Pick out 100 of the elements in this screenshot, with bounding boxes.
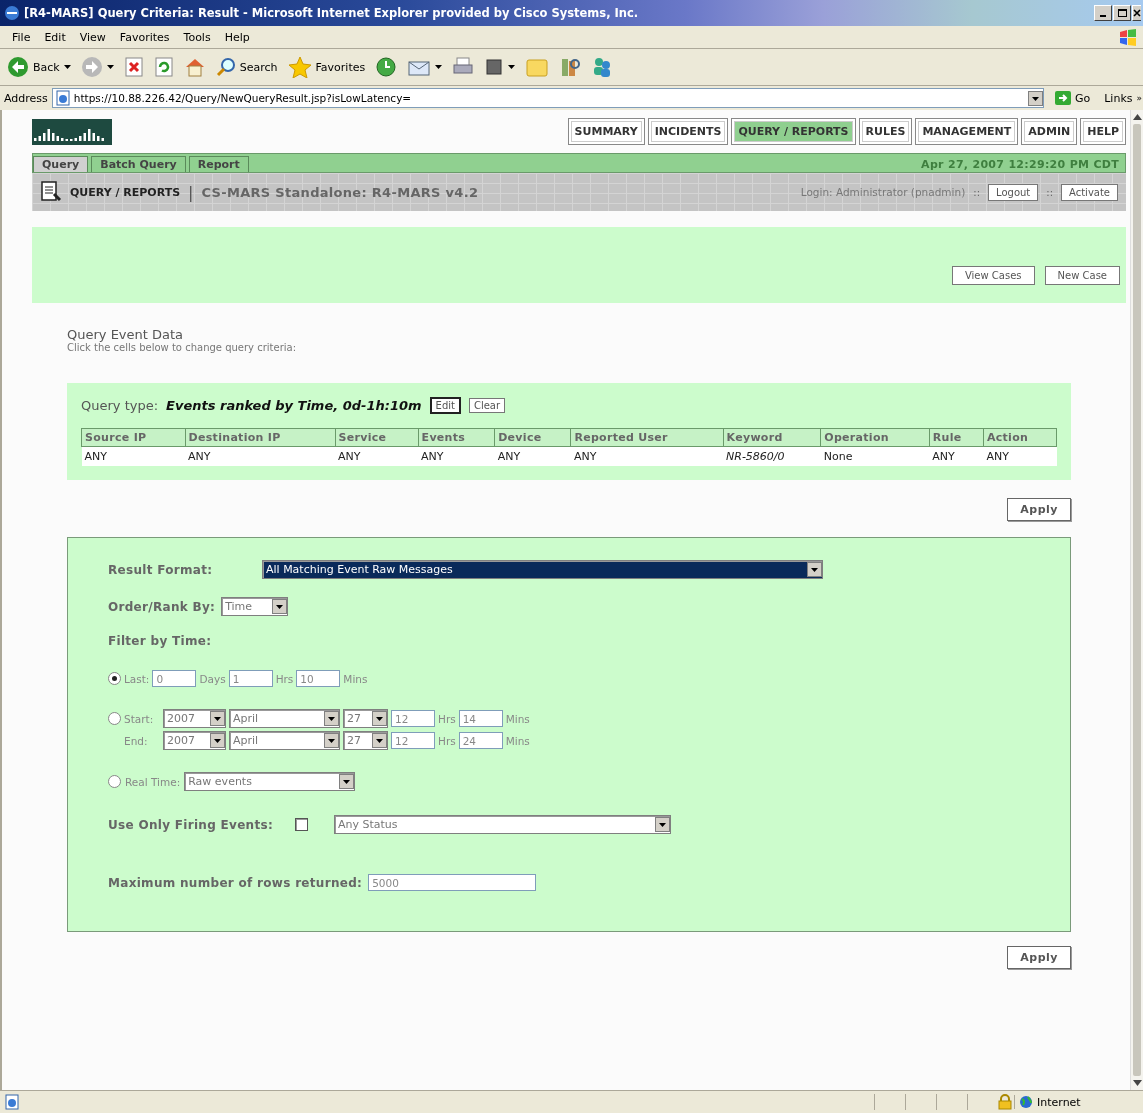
clear-button[interactable]: Clear: [468, 398, 506, 413]
sub-tab[interactable]: Query: [33, 156, 89, 172]
refresh-icon: [153, 57, 174, 77]
max-rows-label: Maximum number of rows returned:: [108, 875, 363, 890]
checkbox[interactable]: [295, 818, 308, 831]
column-header[interactable]: Action: [983, 428, 1057, 447]
lock-icon: [998, 1094, 1012, 1110]
folder-icon: [525, 56, 550, 78]
table-cell[interactable]: ANY: [418, 446, 495, 466]
links-label[interactable]: Links: [1104, 91, 1133, 105]
hours-field[interactable]: 12: [391, 732, 435, 749]
activate-button[interactable]: Activate: [1061, 183, 1118, 201]
page-icon: [54, 90, 71, 106]
apply-button[interactable]: Apply: [1007, 946, 1071, 969]
close-button[interactable]: [1132, 5, 1141, 21]
stop-icon: [123, 57, 144, 77]
column-header[interactable]: Service: [335, 428, 419, 447]
apply-button[interactable]: Apply: [1007, 498, 1071, 521]
month-dropdown[interactable]: April: [229, 731, 340, 750]
nav-tab[interactable]: HELP: [1080, 118, 1126, 145]
menu-item[interactable]: Tools: [177, 28, 217, 46]
nav-tab[interactable]: INCIDENTS: [647, 118, 729, 145]
more-links-button[interactable]: »: [1136, 93, 1142, 103]
logout-button[interactable]: Logout: [988, 183, 1039, 201]
go-button[interactable]: Go: [1047, 90, 1097, 106]
option-label: Start:: [124, 712, 155, 725]
case-button[interactable]: View Cases: [951, 265, 1035, 285]
day-dropdown[interactable]: 27: [343, 709, 388, 728]
nav-tab[interactable]: SUMMARY: [567, 118, 645, 145]
page-icon: [4, 1094, 20, 1110]
table-cell[interactable]: ANY: [335, 446, 419, 466]
menu-item[interactable]: Edit: [38, 28, 72, 46]
radio-button[interactable]: [108, 775, 121, 788]
caret-icon: [63, 65, 71, 69]
hours-field[interactable]: 1: [228, 670, 273, 687]
column-header[interactable]: Keyword: [723, 428, 821, 447]
column-header[interactable]: Operation: [820, 428, 930, 447]
unit-label: Mins: [505, 712, 530, 725]
favorites-button[interactable]: Favorites: [284, 54, 369, 80]
menu-item[interactable]: Favorites: [113, 28, 176, 46]
column-header[interactable]: Rule: [929, 428, 984, 447]
scroll-up-icon: [1132, 114, 1142, 120]
radio-button[interactable]: [108, 712, 121, 725]
hint-text: Click the cells below to change query criteria:: [67, 342, 298, 353]
sub-tab[interactable]: Report: [188, 156, 249, 172]
year-dropdown[interactable]: 2007: [163, 709, 226, 728]
maximize-icon: [1117, 9, 1127, 17]
table-cell[interactable]: ANY: [929, 446, 984, 466]
search-button[interactable]: Search: [212, 55, 281, 79]
table-cell[interactable]: ANY: [983, 446, 1057, 466]
back-button[interactable]: Back: [4, 54, 74, 80]
month-dropdown[interactable]: April: [229, 709, 340, 728]
address-field[interactable]: https://10.88.226.42/Query/NewQueryResult.jsp?isLowLatency=: [51, 88, 1044, 108]
result-format-label: Result Format:: [108, 562, 214, 577]
days-field[interactable]: 0: [152, 670, 197, 687]
column-header[interactable]: Destination IP: [185, 428, 336, 447]
maximize-button[interactable]: [1113, 5, 1131, 21]
minutes-field[interactable]: 14: [458, 710, 503, 727]
query-type-value: Events ranked by Time, 0d-1h:10m: [166, 398, 422, 413]
nav-tab[interactable]: MANAGEMENT: [915, 118, 1019, 145]
table-cell[interactable]: ANY: [185, 446, 336, 466]
unit-label: Hrs: [438, 734, 456, 747]
menu-item[interactable]: File: [6, 28, 37, 46]
radio-button[interactable]: [108, 672, 121, 685]
date-time: Apr 27, 2007 12:29:20 PM CDT: [920, 157, 1120, 172]
max-rows-field[interactable]: 5000: [368, 874, 537, 891]
real-time-dropdown[interactable]: Raw events: [184, 772, 356, 791]
minutes-field[interactable]: 24: [458, 732, 503, 749]
sub-tab[interactable]: Batch Query: [91, 156, 186, 172]
order-by-dropdown[interactable]: Time: [221, 597, 289, 616]
report-icon: [40, 180, 62, 204]
column-header[interactable]: Reported User: [570, 428, 724, 447]
caret-icon: [508, 65, 516, 69]
menu-item[interactable]: View: [73, 28, 112, 46]
edit-button[interactable]: Edit: [429, 397, 461, 414]
nav-tab[interactable]: QUERY / REPORTS: [731, 118, 856, 145]
column-header[interactable]: Device: [494, 428, 571, 447]
result-format-dropdown[interactable]: All Matching Event Raw Messages: [262, 560, 823, 579]
column-header[interactable]: Events: [418, 428, 495, 447]
year-dropdown[interactable]: 2007: [163, 731, 226, 750]
status-dropdown[interactable]: Any Status: [334, 815, 671, 834]
nav-tab[interactable]: ADMIN: [1021, 118, 1078, 145]
case-button[interactable]: New Case: [1044, 265, 1120, 285]
minutes-field[interactable]: 10: [296, 670, 341, 687]
unit-label: Hrs: [275, 672, 294, 685]
option-label: Real Time:: [125, 775, 181, 788]
column-header[interactable]: Source IP: [81, 428, 186, 447]
menu-item[interactable]: Help: [218, 28, 256, 46]
table-cell[interactable]: NR-5860/0: [723, 446, 821, 466]
query-type-label: Query type:: [81, 398, 159, 413]
table-cell[interactable]: ANY: [81, 446, 186, 466]
option-label: End:: [124, 734, 149, 747]
hours-field[interactable]: 12: [391, 710, 435, 727]
login-info: Login: Administrator (pnadmin): [800, 186, 966, 198]
nav-tab[interactable]: RULES: [858, 118, 913, 145]
minimize-button[interactable]: [1094, 5, 1112, 21]
order-by-label: Order/Rank By:: [108, 599, 216, 614]
unit-label: Days: [199, 672, 226, 685]
day-dropdown[interactable]: 27: [343, 731, 388, 750]
star-icon: [287, 56, 312, 78]
